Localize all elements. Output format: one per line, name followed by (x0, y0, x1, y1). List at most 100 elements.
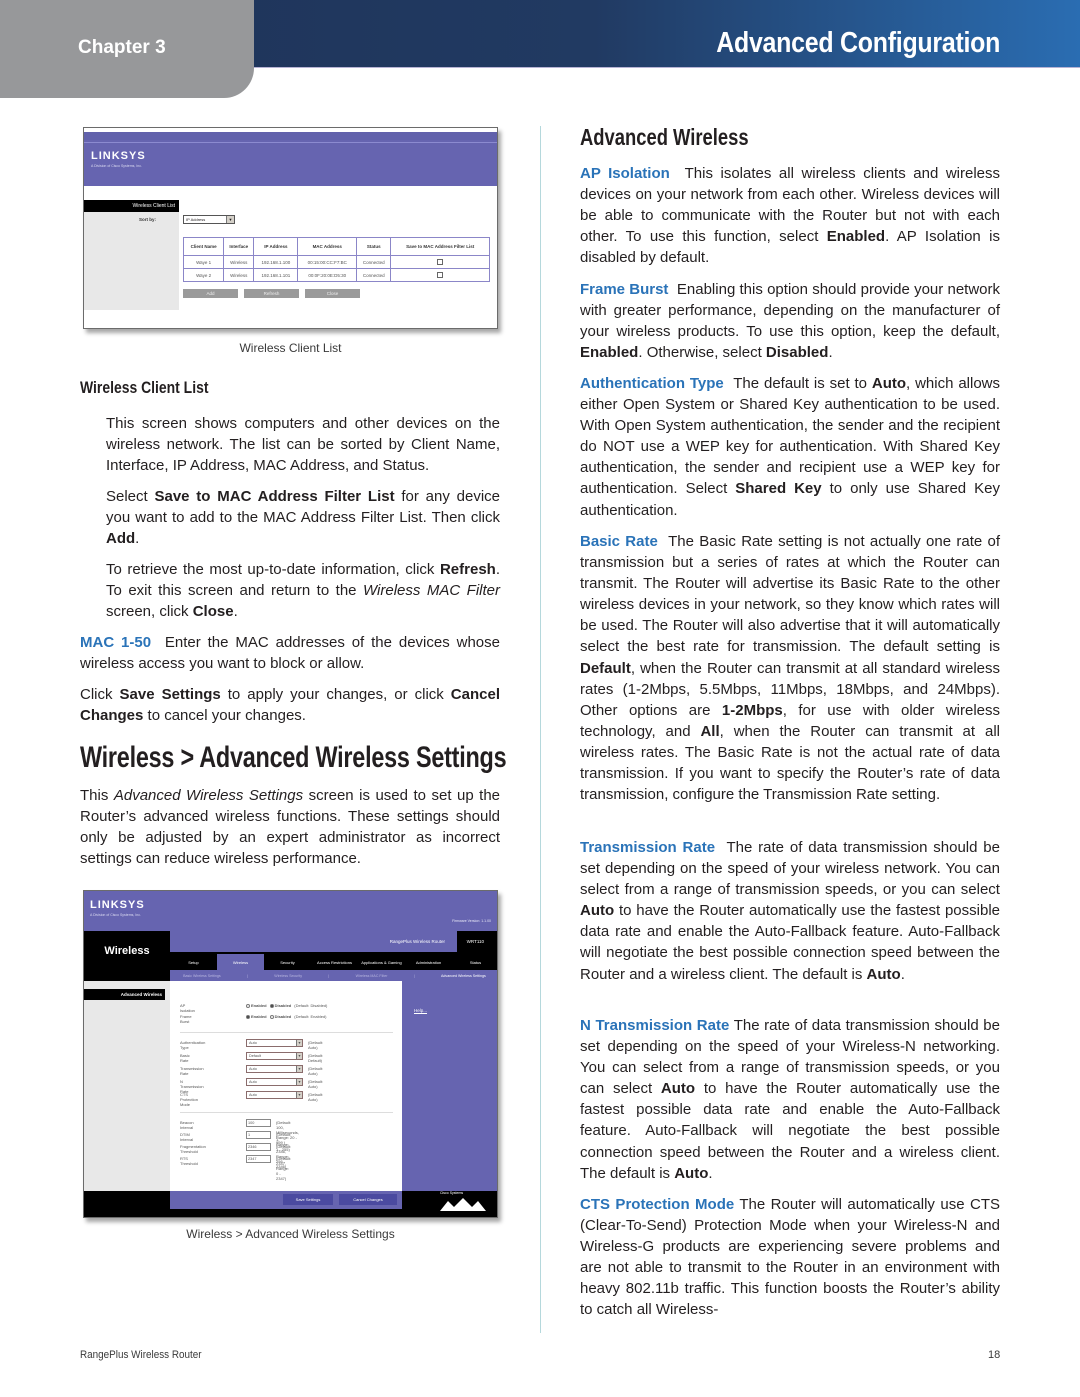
sort-by-select[interactable]: IP Address ▼ (183, 215, 235, 224)
separator: | (413, 973, 415, 978)
figure-caption: Wireless > Advanced Wireless Settings (186, 1227, 395, 1241)
refresh-button[interactable]: Refresh (244, 289, 299, 298)
tab-applications-gaming[interactable]: Applications & Gaming (358, 954, 405, 970)
tab-status[interactable]: Status (452, 954, 497, 970)
tab-setup[interactable]: Setup (170, 954, 217, 970)
field-label: CTS Protection Mode (180, 1092, 199, 1107)
separator: | (247, 973, 248, 978)
tab-wireless[interactable]: Wireless (217, 954, 264, 970)
page-number: 18 (988, 1349, 1001, 1361)
paragraph-ap-isolation: AP Isolation This isolates all wireless … (580, 165, 1005, 267)
field-label: Transmission Rate (180, 1066, 204, 1076)
select-authentication-type[interactable]: Auto ▼ (246, 1039, 303, 1047)
product-name: RangePlus Wireless Router (389, 939, 445, 944)
paragraph-n-transmission-rate: N Transmission Rate The rate of data tra… (580, 1017, 1005, 1182)
paragraph: This Advanced Wireless Settings screen i… (80, 787, 500, 868)
input-rts-threshold[interactable]: 2347 (246, 1155, 271, 1163)
table-cell: Wireless (223, 268, 255, 282)
radio-group: Enabled Disabled (Default: Disabled) (246, 1003, 327, 1008)
add-button[interactable]: Add (183, 289, 238, 298)
chapter-tab: Chapter 3 (0, 0, 254, 98)
default-hint: (Default: 2347, Range: 0 - 2347) (276, 1156, 292, 1181)
subtab-basic-wireless-settings[interactable]: Basic Wireless Settings (183, 974, 221, 978)
table-cell: Connected (356, 268, 392, 282)
tab-security[interactable]: Security (264, 954, 311, 970)
field-label: Basic Rate (180, 1053, 190, 1063)
save-to-filter-checkbox[interactable] (437, 271, 444, 278)
subheading-wireless-client-list: Wireless Client List (80, 378, 209, 397)
input-beacon-interval[interactable]: 100 (246, 1119, 271, 1127)
chevron-down-icon: ▼ (226, 216, 234, 223)
wireless-client-list-screenshot: LINKSYS A Division of Cisco Systems, Inc… (83, 127, 498, 329)
subtab-advanced-wireless-settings[interactable]: Advanced Wireless Settings (441, 974, 486, 978)
column-header[interactable]: Status (356, 237, 392, 256)
table-cell: 192.168.1.101 (253, 268, 299, 282)
column-header[interactable]: Save to MAC Address Filter List (390, 237, 490, 256)
paragraph-cts-protection-mode: CTS Protection Mode The Router will auto… (580, 1196, 1005, 1319)
table-cell: 00:0F:20:0E:D5:30 (297, 268, 358, 282)
paragraph: This screen shows computers and other de… (106, 415, 500, 475)
table-cell: 192.168.1.100 (253, 255, 299, 269)
heading-advanced-wireless: Advanced Wireless (580, 124, 749, 150)
tab-administration[interactable]: Administration (405, 954, 452, 970)
sort-by-label: Sort by: (139, 217, 157, 222)
separator: | (328, 973, 330, 978)
paragraph: MAC 1-50 Enter the MAC addresses of the … (80, 634, 505, 673)
default-hint: (Default: Disabled) (294, 1003, 328, 1008)
paragraph: Click Save Settings to apply your change… (80, 686, 500, 725)
field-label: Fragmentation Threshold (180, 1144, 206, 1154)
advanced-wireless-settings-screenshot: LINKSYS A Division of Cisco Systems, Inc… (83, 890, 498, 1218)
paragraph-authentication-type: Authentication Type The default is set t… (580, 375, 1000, 519)
help-link[interactable]: Help... (414, 1008, 427, 1013)
field-label: RTS Threshold (180, 1156, 198, 1166)
radio-disabled[interactable] (269, 1003, 274, 1008)
column-header[interactable]: Interface (223, 237, 255, 256)
field-label: Frame Burst (180, 1014, 192, 1024)
save-to-filter-checkbox[interactable] (437, 258, 444, 265)
paragraph-basic-rate: Basic Rate The Basic Rate setting is not… (580, 533, 1005, 804)
field-label: AP Isolation (180, 1003, 195, 1013)
cancel-changes-button[interactable]: Cancel Changes (339, 1194, 397, 1205)
radio-group: Enabled Disabled (Default: Enabled) (246, 1014, 326, 1019)
divider (180, 1032, 393, 1033)
sub-tabs: Basic Wireless Settings | Wireless Securit… (170, 970, 497, 981)
select-basic-rate[interactable]: Default ▼ (246, 1052, 303, 1060)
radio-enabled[interactable] (246, 1003, 250, 1008)
chapter-label: Chapter 3 (78, 37, 166, 58)
default-hint: (Default: Auto) (308, 1092, 324, 1102)
chevron-down-icon: ▼ (296, 1040, 302, 1046)
heading-advanced-wireless-settings: Wireless > Advanced Wireless Settings (80, 741, 507, 774)
select-n-transmission-rate[interactable]: Auto ▼ (246, 1078, 303, 1086)
paragraph-frame-burst: Frame Burst Enabling this option should … (580, 281, 1005, 362)
chevron-down-icon: ▼ (296, 1053, 302, 1059)
radio-disabled[interactable] (269, 1014, 274, 1019)
tab-access-restrictions[interactable]: Access Restrictions (311, 954, 358, 970)
page-title: Wireless (104, 945, 150, 957)
footer-product-name: RangePlus Wireless Router (80, 1349, 202, 1361)
close-button[interactable]: Close (305, 289, 360, 298)
table-cell: 00:15:00:CC:F7:BC (297, 255, 358, 269)
default-hint: (Default: Enabled) (294, 1014, 327, 1019)
column-header[interactable]: IP Address (253, 237, 299, 256)
radio-enabled[interactable] (246, 1014, 250, 1019)
cisco-bridge-icon (440, 1198, 486, 1211)
column-header[interactable]: Client Name (182, 237, 225, 256)
default-hint: (Default: Auto) (308, 1066, 324, 1076)
subtab-wireless-mac-filter[interactable]: Wireless MAC Filter (356, 974, 388, 978)
linksys-logo: LINKSYS (90, 899, 145, 911)
subtab-wireless-security[interactable]: Wireless Security (274, 974, 302, 978)
table-cell: Waye 1 (182, 255, 225, 269)
column-header[interactable]: MAC Address (297, 237, 358, 256)
select-cts-protection-mode[interactable]: Auto ▼ (246, 1091, 303, 1099)
table-row: Waye 1 Wireless 192.168.1.100 00:15:00:CC:F… (182, 255, 490, 269)
select-transmission-rate[interactable]: Auto ▼ (246, 1065, 303, 1073)
firmware-version: Firmware Version: 1.1.00 (452, 919, 491, 923)
linksys-logo: LINKSYS (91, 150, 146, 162)
field-label: DTIM Interval (180, 1132, 194, 1142)
save-settings-button[interactable]: Save Settings (283, 1194, 333, 1205)
input-dtim-interval[interactable]: 1 (246, 1131, 271, 1139)
section-label: Advanced Wireless (84, 989, 165, 1000)
input-fragmentation-threshold[interactable]: 2346 (246, 1143, 271, 1151)
table-cell: Wireless (223, 255, 255, 269)
paragraph-transmission-rate: Transmission Rate The rate of data trans… (580, 839, 1005, 983)
